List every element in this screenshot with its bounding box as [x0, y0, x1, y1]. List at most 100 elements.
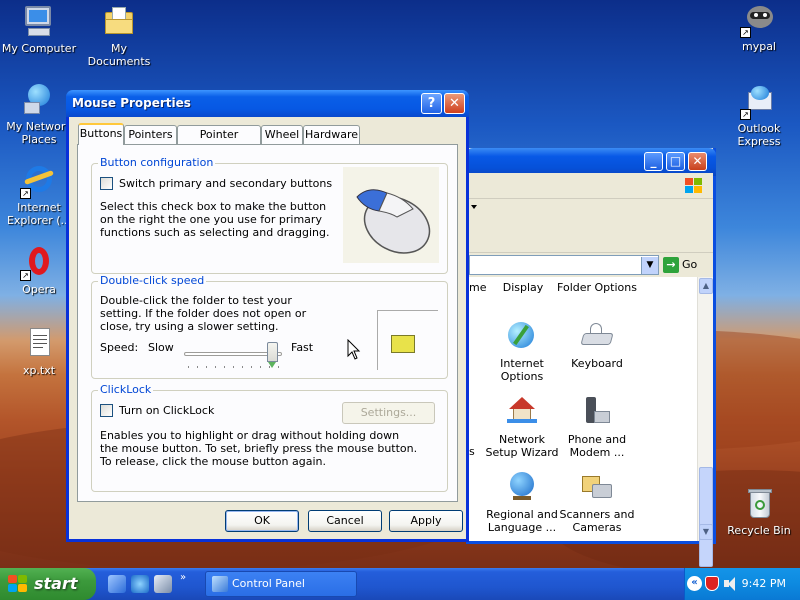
cancel-button[interactable]: Cancel: [308, 510, 382, 532]
scanner-camera-icon: [580, 470, 614, 504]
slider-tick: [206, 366, 207, 368]
shortcut-arrow-icon: ↗: [20, 188, 31, 199]
clicklock-checkbox[interactable]: [100, 404, 113, 417]
security-alert-icon[interactable]: [705, 576, 719, 591]
system-tray: « 9:42 PM: [684, 568, 800, 600]
tab-wheel[interactable]: Wheel: [261, 125, 303, 144]
internet-explorer-icon: ↗: [20, 163, 56, 199]
start-button[interactable]: start: [0, 568, 96, 600]
checkbox-label: Turn on ClickLock: [119, 404, 215, 417]
switch-buttons-checkbox[interactable]: [100, 177, 113, 190]
desktop-icon-outlook-express[interactable]: ↗ Outlook Express: [720, 84, 798, 148]
slider-tick: [269, 366, 270, 368]
desktop-icon-recycle-bin[interactable]: Recycle Bin: [720, 486, 798, 537]
text-file-icon: [22, 326, 56, 360]
address-bar: ▼ → Go: [469, 253, 713, 277]
group-title: Double-click speed: [98, 274, 207, 287]
button-configuration-group: Button configuration Switch primary and …: [91, 156, 448, 274]
chevron-down-icon[interactable]: ▼: [641, 257, 658, 274]
clicklock-group: ClickLock Turn on ClickLock Settings... …: [91, 383, 448, 492]
show-desktop-icon[interactable]: [108, 575, 126, 593]
chevron-down-icon[interactable]: [471, 205, 477, 211]
raccoon-icon: ↗: [740, 2, 776, 38]
checkbox-label: Switch primary and secondary buttons: [119, 177, 333, 190]
outlook-express-icon[interactable]: [154, 575, 172, 593]
slider-tick: [251, 366, 252, 368]
cp-item-display[interactable]: Display: [485, 281, 561, 294]
taskbar-item-control-panel[interactable]: Control Panel: [205, 571, 357, 597]
scroll-thumb[interactable]: [699, 467, 713, 567]
outlook-express-icon: ↗: [740, 84, 776, 120]
slider-tick: [278, 366, 279, 368]
control-panel-content: me Display Folder Options Internet Optio…: [469, 277, 699, 541]
minimize-button[interactable]: _: [644, 152, 663, 171]
internet-explorer-icon[interactable]: [131, 575, 149, 593]
dialog-titlebar[interactable]: Mouse Properties ? ✕: [66, 90, 469, 117]
cp-item-network-setup-wizard[interactable]: Network Setup Wizard: [484, 395, 560, 459]
internet-options-icon: [505, 319, 539, 353]
standard-toolbar: [469, 199, 713, 253]
keyboard-icon: [580, 319, 614, 353]
recycle-bin-icon: [742, 486, 776, 520]
desktop-icon-mypal[interactable]: ↗ mypal: [720, 2, 798, 53]
chevron-right-icon[interactable]: »: [180, 572, 186, 583]
slider-tick: [260, 366, 261, 368]
chevron-left-icon[interactable]: «: [687, 576, 702, 591]
cp-item-internet-options[interactable]: Internet Options: [484, 319, 560, 383]
network-places-icon: [22, 82, 56, 116]
clicklock-description: Enables you to highlight or drag without…: [100, 429, 418, 468]
slider-tick: [224, 366, 225, 368]
vertical-scrollbar[interactable]: ▲ ▼: [697, 277, 713, 567]
speed-label: Speed:: [100, 341, 139, 354]
close-button[interactable]: ✕: [688, 152, 707, 171]
clicklock-settings-button[interactable]: Settings...: [342, 402, 435, 424]
tab-pointer-options[interactable]: Pointer Options: [177, 125, 261, 158]
shortcut-arrow-icon: ↗: [740, 27, 751, 38]
windows-flag-icon: [683, 176, 705, 196]
clock[interactable]: 9:42 PM: [742, 577, 786, 590]
windows-logo-icon: [8, 575, 28, 593]
cp-item-phone-and-modem[interactable]: Phone and Modem ...: [559, 395, 635, 459]
tab-hardware[interactable]: Hardware: [303, 125, 360, 144]
opera-icon: ↗: [20, 245, 56, 281]
mouse-properties-dialog: Mouse Properties ? ✕ Buttons Pointers Po…: [66, 90, 469, 542]
cp-item-scanners-and-cameras[interactable]: Scanners and Cameras: [559, 470, 635, 534]
help-button[interactable]: ?: [421, 93, 442, 114]
go-button[interactable]: → Go: [663, 255, 711, 275]
group-title: Button configuration: [98, 156, 216, 169]
test-area[interactable]: [377, 310, 438, 370]
address-input[interactable]: ▼: [469, 255, 659, 275]
tab-buttons[interactable]: Buttons: [78, 123, 124, 145]
slider-tick: [233, 366, 234, 368]
close-button[interactable]: ✕: [444, 93, 465, 114]
scroll-down-button[interactable]: ▼: [699, 524, 713, 540]
menu-bar: [469, 173, 713, 199]
control-panel-icon: [212, 576, 228, 592]
partial-label: me: [469, 281, 487, 294]
fast-label: Fast: [291, 341, 314, 354]
computer-icon: [22, 4, 56, 38]
maximize-button[interactable]: □: [666, 152, 685, 171]
scroll-up-button[interactable]: ▲: [699, 278, 713, 294]
slider-tick: [188, 366, 189, 368]
folder-icon[interactable]: [391, 335, 415, 353]
partial-label: s: [469, 445, 475, 458]
ok-button[interactable]: OK: [225, 510, 299, 532]
desktop: My Computer My Documents My Network Plac…: [0, 0, 800, 568]
apply-button[interactable]: Apply: [389, 510, 463, 532]
documents-folder-icon: [102, 4, 136, 38]
dialog-title: Mouse Properties: [72, 96, 191, 110]
desktop-icon-my-documents[interactable]: My Documents: [80, 4, 158, 68]
cp-item-regional-and-language[interactable]: Regional and Language ...: [484, 470, 560, 534]
double-click-speed-group: Double-click speed Double-click the fold…: [91, 274, 448, 379]
button-config-description: Select this check box to make the button…: [100, 200, 330, 239]
cp-item-folder-options[interactable]: Folder Options: [557, 281, 637, 294]
slider-thumb[interactable]: [266, 342, 278, 368]
mouse-illustration-icon: [343, 167, 439, 263]
cp-item-keyboard[interactable]: Keyboard: [559, 319, 635, 370]
desktop-icon-my-computer[interactable]: My Computer: [0, 4, 78, 55]
volume-icon[interactable]: [723, 576, 738, 591]
tab-pointers[interactable]: Pointers: [124, 125, 177, 144]
group-title: ClickLock: [98, 383, 154, 396]
shortcut-arrow-icon: ↗: [740, 109, 751, 120]
